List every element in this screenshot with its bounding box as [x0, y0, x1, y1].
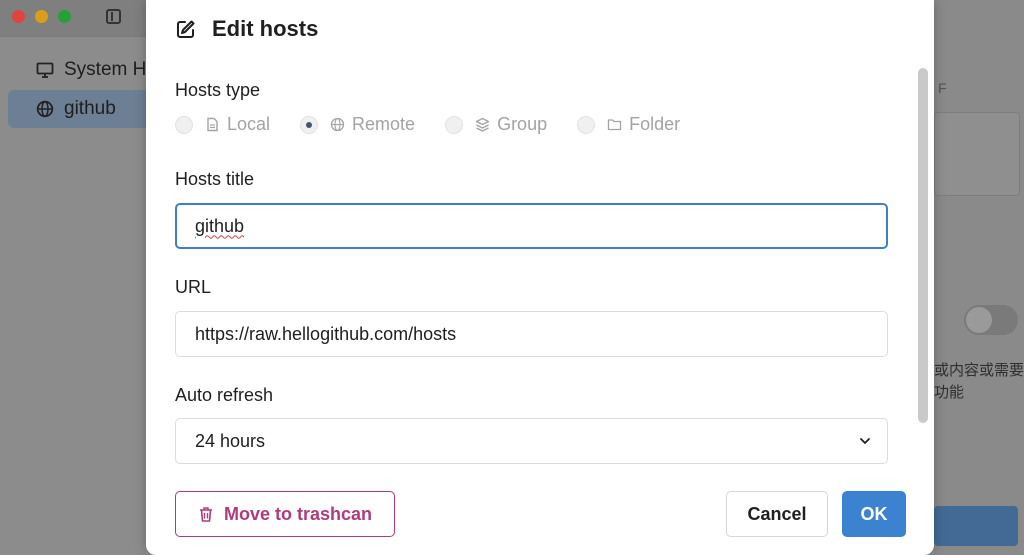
radio-label: Local — [227, 114, 271, 134]
cancel-button-label: Cancel — [747, 503, 807, 524]
sidebar-item-label: github — [64, 98, 116, 119]
monitor-icon — [36, 62, 54, 78]
auto-refresh-value: 24 hours — [195, 430, 266, 451]
pane-description-line: 功能 — [934, 384, 965, 401]
hosts-title-value: github — [195, 215, 245, 236]
radio-circle[interactable] — [300, 115, 319, 134]
pane-textarea[interactable] — [934, 112, 1020, 196]
sidebar-item-label: System H — [64, 59, 147, 80]
sidebar-toggle-icon[interactable] — [106, 9, 121, 24]
radio-group[interactable]: Group — [445, 114, 547, 135]
radio-local[interactable]: Local — [175, 114, 270, 135]
url-value: https://raw.hellogithub.com/hosts — [195, 323, 457, 344]
trash-button-label: Move to trashcan — [223, 503, 373, 524]
pane-description: 或内容或需要 功能 — [934, 360, 1024, 404]
dialog-scrollbar[interactable] — [918, 68, 928, 423]
edit-hosts-dialog: Edit hosts Hosts type Local Remote Group… — [146, 0, 934, 555]
titlebar — [0, 0, 146, 36]
move-to-trashcan-button[interactable]: Move to trashcan — [175, 491, 395, 537]
url-input[interactable]: https://raw.hellogithub.com/hosts — [175, 311, 888, 357]
layers-icon — [475, 117, 490, 132]
hosts-title-label: Hosts title — [175, 169, 255, 189]
auto-refresh-label: Auto refresh — [175, 385, 274, 405]
radio-label: Remote — [352, 114, 416, 134]
settings-pane: F 或内容或需要 功能 — [934, 0, 1024, 555]
auto-refresh-select[interactable]: 24 hours — [175, 418, 888, 464]
radio-label: Group — [497, 114, 548, 134]
pane-description-line: 或内容或需要 — [934, 362, 1024, 379]
folder-icon — [607, 119, 622, 131]
globe-icon — [36, 100, 54, 118]
pane-text-fragment: F — [938, 80, 947, 96]
close-window-button[interactable] — [12, 10, 25, 23]
radio-circle[interactable] — [175, 115, 193, 134]
url-label: URL — [175, 277, 212, 297]
sidebar-item-system-hosts[interactable]: System H — [8, 51, 168, 89]
cancel-button[interactable]: Cancel — [726, 491, 828, 537]
ok-button-label: OK — [860, 503, 888, 524]
dialog-header: Edit hosts — [176, 16, 318, 42]
radio-label: Folder — [629, 114, 681, 134]
globe-icon — [330, 117, 345, 132]
hosts-type-label: Hosts type — [175, 80, 261, 100]
sidebar: System H github — [0, 36, 168, 555]
hosts-title-input[interactable]: github — [175, 203, 888, 249]
chevron-down-icon — [860, 438, 870, 444]
trash-icon — [199, 506, 212, 522]
radio-folder[interactable]: Folder — [577, 114, 680, 135]
edit-icon — [177, 20, 195, 38]
pane-primary-button[interactable] — [934, 506, 1018, 546]
ok-button[interactable]: OK — [842, 491, 906, 537]
sidebar-item-github[interactable]: github — [8, 90, 168, 128]
hosts-type-radio-group: Local Remote Group Folder — [175, 114, 710, 135]
radio-circle[interactable] — [577, 115, 596, 134]
pane-toggle[interactable] — [964, 305, 1018, 335]
radio-remote[interactable]: Remote — [300, 114, 415, 135]
dialog-title: Edit hosts — [212, 16, 319, 41]
radio-circle[interactable] — [445, 115, 464, 134]
minimize-window-button[interactable] — [35, 10, 48, 23]
zoom-window-button[interactable] — [58, 10, 71, 23]
file-icon — [207, 117, 218, 132]
